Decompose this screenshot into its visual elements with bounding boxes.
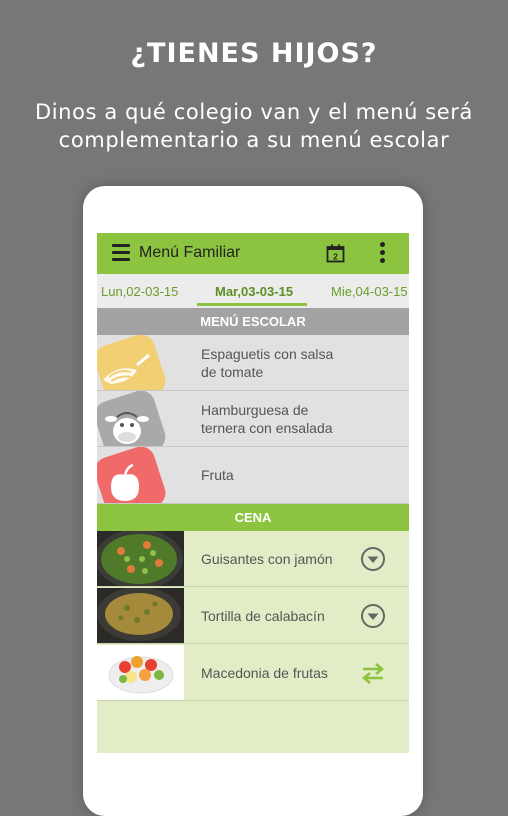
more-vert-icon[interactable] bbox=[378, 242, 386, 266]
school-item-1-line2: de tomate bbox=[201, 363, 264, 380]
promo-subline-line2: complementario a su menú escolar bbox=[58, 128, 450, 152]
tab-mie[interactable]: Mie,04-03-15 bbox=[331, 284, 408, 299]
apple-icon bbox=[97, 447, 184, 503]
dinner-item-1[interactable]: Guisantes con jamón bbox=[97, 531, 409, 587]
dinner-item-label: Macedonia de frutas bbox=[201, 664, 328, 681]
expand-icon[interactable] bbox=[360, 546, 386, 572]
app-title: Menú Familiar bbox=[139, 244, 241, 261]
school-item-label: Hamburguesa de ternera con ensalada bbox=[201, 391, 361, 446]
date-tabs: Lun,02-03-15 Mar,03-03-15 Mie,04-03-15 bbox=[97, 274, 409, 308]
active-tab-indicator bbox=[197, 303, 307, 306]
expand-icon[interactable] bbox=[360, 603, 386, 629]
calendar-day: 2 bbox=[333, 252, 338, 262]
tortilla-photo bbox=[97, 588, 184, 643]
tab-lun[interactable]: Lun,02-03-15 bbox=[101, 284, 178, 299]
dinner-item-2[interactable]: Tortilla de calabacín bbox=[97, 588, 409, 644]
dinner-header: CENA bbox=[97, 504, 409, 531]
school-item-2-line1: Hamburguesa de bbox=[201, 401, 309, 418]
promo-headline: ¿TIENES HIJOS? bbox=[130, 38, 378, 69]
app-bar: Menú Familiar 2 bbox=[97, 233, 409, 274]
fruit-salad-photo bbox=[97, 645, 184, 700]
promo-subline: Dinos a qué colegio van y el menú será c… bbox=[10, 98, 498, 154]
dinner-item-label: Tortilla de calabacín bbox=[201, 607, 325, 624]
app-screen: Menú Familiar 2 Lun,02-03-15 Mar,03-03-1… bbox=[97, 233, 409, 753]
school-item-label: Espaguetis con salsa de tomate bbox=[201, 335, 361, 390]
school-item-1[interactable]: Espaguetis con salsa de tomate bbox=[97, 335, 409, 391]
swap-icon[interactable] bbox=[360, 660, 386, 686]
school-menu-header: MENÚ ESCOLAR bbox=[97, 308, 409, 335]
pasta-icon bbox=[97, 335, 184, 390]
promo-subline-line1: Dinos a qué colegio van y el menú será bbox=[34, 100, 474, 124]
school-item-2-line2: ternera con ensalada bbox=[201, 419, 333, 436]
dinner-item-3[interactable]: Macedonia de frutas bbox=[97, 645, 409, 701]
school-item-3-line1: Fruta bbox=[201, 466, 234, 483]
school-item-label: Fruta bbox=[201, 447, 361, 502]
school-item-3[interactable]: Fruta bbox=[97, 447, 409, 504]
menu-icon[interactable] bbox=[112, 244, 130, 262]
tab-mar[interactable]: Mar,03-03-15 bbox=[215, 284, 293, 299]
school-item-2[interactable]: Hamburguesa de ternera con ensalada bbox=[97, 391, 409, 447]
calendar-icon[interactable]: 2 bbox=[326, 244, 345, 263]
peas-photo bbox=[97, 531, 184, 586]
dinner-item-label: Guisantes con jamón bbox=[201, 550, 333, 567]
cow-icon bbox=[97, 391, 184, 446]
school-item-1-line1: Espaguetis con salsa bbox=[201, 345, 334, 362]
